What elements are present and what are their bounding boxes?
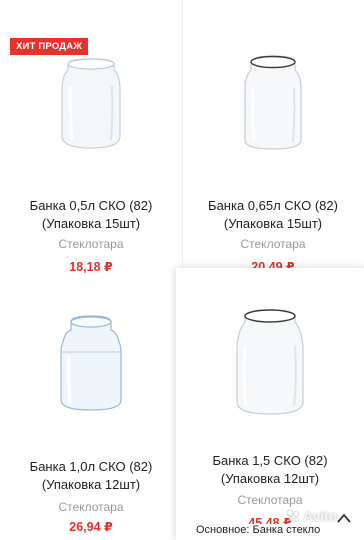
product-title-line: (Упаковка 12шт) — [220, 471, 320, 486]
bestseller-badge: ХИТ ПРОДАЖ — [10, 38, 89, 55]
product-card-highlighted[interactable]: Банка 1,5 СКО (82) (Упаковка 12шт) Стекл… — [176, 268, 364, 540]
product-image[interactable] — [182, 52, 364, 152]
category-tooltip: Основное: Банка стекло — [196, 524, 321, 536]
product-title-line: Банка 0,65л СКО (82) — [208, 198, 338, 213]
vendor-name[interactable]: Стеклотара — [176, 493, 364, 507]
vendor-name[interactable]: Стеклотара — [182, 237, 364, 251]
product-title-line: (Упаковка 15шт) — [223, 216, 323, 231]
vendor-name[interactable]: Стеклотара — [0, 237, 182, 251]
product-image[interactable] — [176, 306, 364, 418]
product-image[interactable] — [0, 312, 182, 414]
watermark-text: Avito — [303, 508, 338, 524]
product-title-line: Банка 1,0л СКО (82) — [29, 459, 153, 474]
product-title-line: Банка 1,5 СКО (82) — [212, 453, 328, 468]
vendor-name[interactable]: Стеклотара — [0, 500, 182, 514]
avito-watermark: Avito — [286, 508, 337, 524]
product-card[interactable]: Банка 1,0л СКО (82) (Упаковка 12шт) Стек… — [0, 268, 182, 540]
chevron-up-icon[interactable] — [336, 512, 352, 524]
product-title[interactable]: Банка 1,5 СКО (82) (Упаковка 12шт) — [176, 452, 364, 488]
product-price: 26,94 ₽ — [69, 520, 113, 534]
product-card-content: Банка 1,5 СКО (82) (Упаковка 12шт) Стекл… — [176, 268, 364, 540]
jar-image-0-5l — [61, 58, 121, 149]
product-title[interactable]: Банка 0,65л СКО (82) (Упаковка 15шт) — [182, 197, 364, 233]
product-title[interactable]: Банка 0,5л СКО (82) (Упаковка 15шт) — [0, 197, 182, 233]
product-title-line: Банка 0,5л СКО (82) — [29, 198, 153, 213]
product-image[interactable] — [0, 56, 182, 152]
product-card[interactable]: Банка 0,65л СКО (82) (Упаковка 15шт) Сте… — [182, 0, 364, 274]
jar-image-1-0l — [60, 315, 122, 411]
product-title-line: (Упаковка 15шт) — [41, 216, 141, 231]
jar-image-0-65l — [244, 55, 302, 150]
product-card[interactable]: ХИТ ПРОДАЖ Банка 0,5л СКО (82) (Упаковка… — [0, 0, 182, 274]
jar-image-1-5l — [236, 309, 304, 415]
product-title-line: (Упаковка 12шт) — [41, 477, 141, 492]
avito-logo-icon — [286, 509, 299, 522]
product-title[interactable]: Банка 1,0л СКО (82) (Упаковка 12шт) — [0, 458, 182, 494]
